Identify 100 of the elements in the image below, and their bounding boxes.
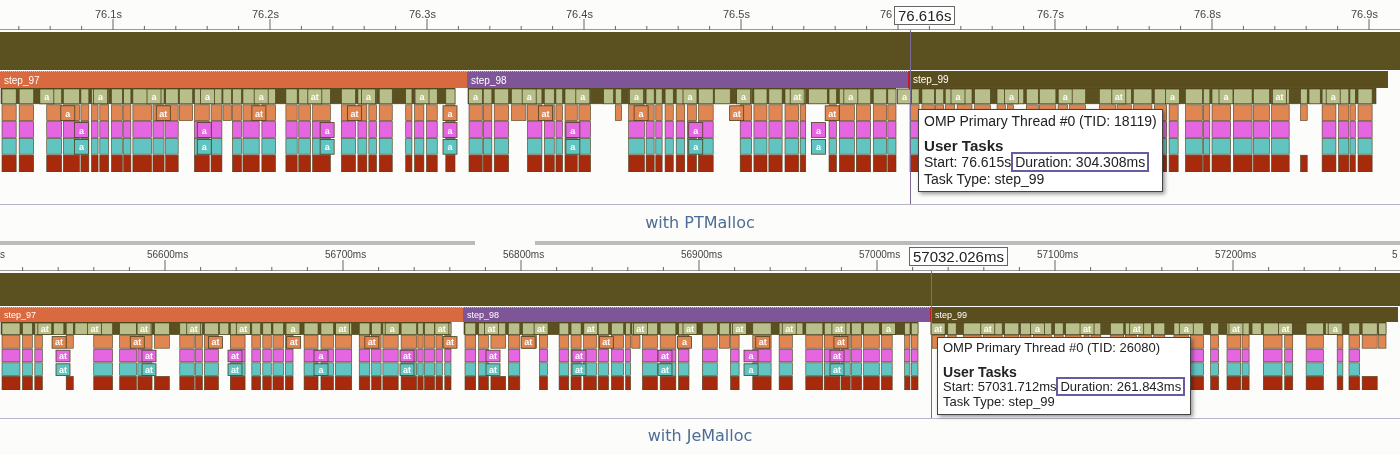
labeled-task-block[interactable]: at	[682, 322, 698, 335]
labeled-task-block[interactable]: at	[732, 322, 748, 335]
labeled-task-block[interactable]: a	[1325, 88, 1341, 105]
labeled-task-block[interactable]: at	[235, 322, 251, 335]
labeled-task-block[interactable]: a	[319, 122, 335, 138]
labeled-task-block[interactable]: at	[484, 322, 499, 335]
labeled-task-block[interactable]: at	[55, 349, 71, 363]
labeled-task-block[interactable]: at	[520, 336, 536, 349]
labeled-task-block[interactable]: a	[688, 139, 704, 155]
labeled-task-block[interactable]: at	[980, 322, 996, 335]
labeled-task-block[interactable]: a	[1327, 322, 1343, 335]
step-bar[interactable]: step_98	[463, 307, 930, 322]
labeled-task-block[interactable]: a	[196, 139, 212, 155]
labeled-task-block[interactable]: a	[414, 88, 430, 105]
labeled-task-block[interactable]: at	[1079, 322, 1095, 335]
labeled-task-block[interactable]: at	[1129, 322, 1145, 335]
labeled-task-block[interactable]: at	[364, 336, 380, 349]
labeled-task-block[interactable]: at	[55, 363, 71, 376]
labeled-task-block[interactable]: at	[208, 336, 223, 349]
labeled-task-block[interactable]: a	[74, 122, 89, 138]
labeled-task-block[interactable]: at	[307, 88, 323, 105]
labeled-task-block[interactable]: at	[533, 322, 549, 335]
labeled-task-block[interactable]: at	[789, 88, 805, 105]
labeled-task-block[interactable]: a	[39, 88, 55, 105]
labeled-task-block[interactable]: a	[736, 88, 751, 105]
labeled-task-block[interactable]: at	[399, 349, 415, 363]
labeled-task-block[interactable]: a	[843, 88, 859, 105]
labeled-task-block[interactable]: a	[253, 88, 269, 105]
labeled-task-block[interactable]: at	[632, 322, 648, 335]
labeled-task-block[interactable]: a	[313, 363, 329, 376]
labeled-task-block[interactable]: at	[399, 363, 415, 376]
labeled-task-block[interactable]: at	[657, 349, 673, 363]
labeled-task-block[interactable]: at	[434, 322, 450, 335]
labeled-task-block[interactable]: a	[881, 322, 896, 335]
labeled-task-block[interactable]: at	[251, 105, 267, 121]
labeled-task-block[interactable]: at	[485, 363, 501, 376]
labeled-task-block[interactable]: at	[755, 336, 771, 349]
labeled-task-block[interactable]: at	[141, 349, 157, 363]
step-bar[interactable]: step_98	[467, 71, 908, 88]
labeled-task-block[interactable]: a	[1178, 322, 1194, 335]
labeled-task-block[interactable]: a	[384, 322, 400, 335]
labeled-task-block[interactable]: at	[831, 322, 847, 335]
labeled-task-block[interactable]: a	[950, 88, 966, 105]
labeled-task-block[interactable]: a	[146, 88, 162, 105]
labeled-task-block[interactable]: at	[129, 336, 145, 349]
labeled-task-block[interactable]: at	[286, 336, 302, 349]
labeled-task-block[interactable]: at	[485, 349, 501, 363]
labeled-task-block[interactable]: a	[74, 139, 89, 155]
labeled-task-block[interactable]: at	[930, 322, 946, 335]
labeled-task-block[interactable]: a	[565, 122, 581, 138]
labeled-task-block[interactable]: at	[824, 105, 840, 121]
labeled-task-block[interactable]: at	[833, 336, 849, 349]
labeled-task-block[interactable]: a	[897, 88, 912, 105]
labeled-task-block[interactable]: a	[743, 349, 759, 363]
labeled-task-block[interactable]: a	[468, 88, 483, 105]
labeled-task-block[interactable]: a	[60, 105, 76, 121]
labeled-task-block[interactable]: a	[319, 139, 335, 155]
labeled-task-block[interactable]: a	[196, 122, 212, 138]
labeled-task-block[interactable]: a	[442, 122, 458, 138]
labeled-task-block[interactable]: a	[811, 122, 826, 138]
labeled-task-block[interactable]: at	[141, 363, 157, 376]
labeled-task-block[interactable]: a	[442, 105, 458, 121]
labeled-task-block[interactable]: at	[136, 322, 152, 335]
labeled-task-block[interactable]: at	[1272, 88, 1287, 105]
labeled-task-block[interactable]: at	[1278, 322, 1293, 335]
labeled-task-block[interactable]: at	[347, 105, 362, 121]
labeled-task-block[interactable]: a	[1004, 88, 1019, 105]
labeled-task-block[interactable]: a	[677, 336, 692, 349]
labeled-task-block[interactable]: at	[155, 105, 171, 121]
labeled-task-block[interactable]: a	[565, 139, 581, 155]
labeled-task-block[interactable]: at	[87, 322, 102, 335]
labeled-task-block[interactable]: a	[688, 122, 704, 138]
labeled-task-block[interactable]: a	[361, 88, 376, 105]
step-bar[interactable]: step_97	[0, 307, 463, 322]
labeled-task-block[interactable]: at	[1228, 322, 1244, 335]
labeled-task-block[interactable]: a	[743, 363, 759, 376]
labeled-task-block[interactable]: at	[657, 363, 673, 376]
labeled-task-block[interactable]: at	[335, 322, 350, 335]
labeled-task-block[interactable]: at	[598, 336, 614, 349]
labeled-task-block[interactable]: at	[51, 336, 67, 349]
labeled-task-block[interactable]: at	[829, 349, 845, 363]
labeled-task-block[interactable]: a	[1030, 322, 1045, 335]
scrollbar[interactable]	[535, 241, 1400, 245]
labeled-task-block[interactable]: at	[571, 363, 587, 376]
labeled-task-block[interactable]: a	[682, 88, 698, 105]
labeled-task-block[interactable]: a	[1165, 88, 1180, 105]
labeled-task-block[interactable]: at	[729, 105, 745, 121]
labeled-task-block[interactable]: a	[313, 349, 329, 363]
labeled-task-block[interactable]: a	[811, 139, 826, 155]
labeled-task-block[interactable]: a	[93, 88, 108, 105]
labeled-task-block[interactable]: a	[285, 322, 301, 335]
labeled-task-block[interactable]: at	[583, 322, 599, 335]
labeled-task-block[interactable]: at	[186, 322, 202, 335]
labeled-task-block[interactable]: at	[442, 336, 458, 349]
step-bar[interactable]: step_99	[930, 307, 1398, 322]
labeled-task-block[interactable]: a	[521, 88, 537, 105]
labeled-task-block[interactable]: at	[829, 363, 845, 376]
labeled-task-block[interactable]: at	[571, 349, 587, 363]
labeled-task-block[interactable]: a	[1057, 88, 1073, 105]
labeled-task-block[interactable]: at	[227, 363, 243, 376]
